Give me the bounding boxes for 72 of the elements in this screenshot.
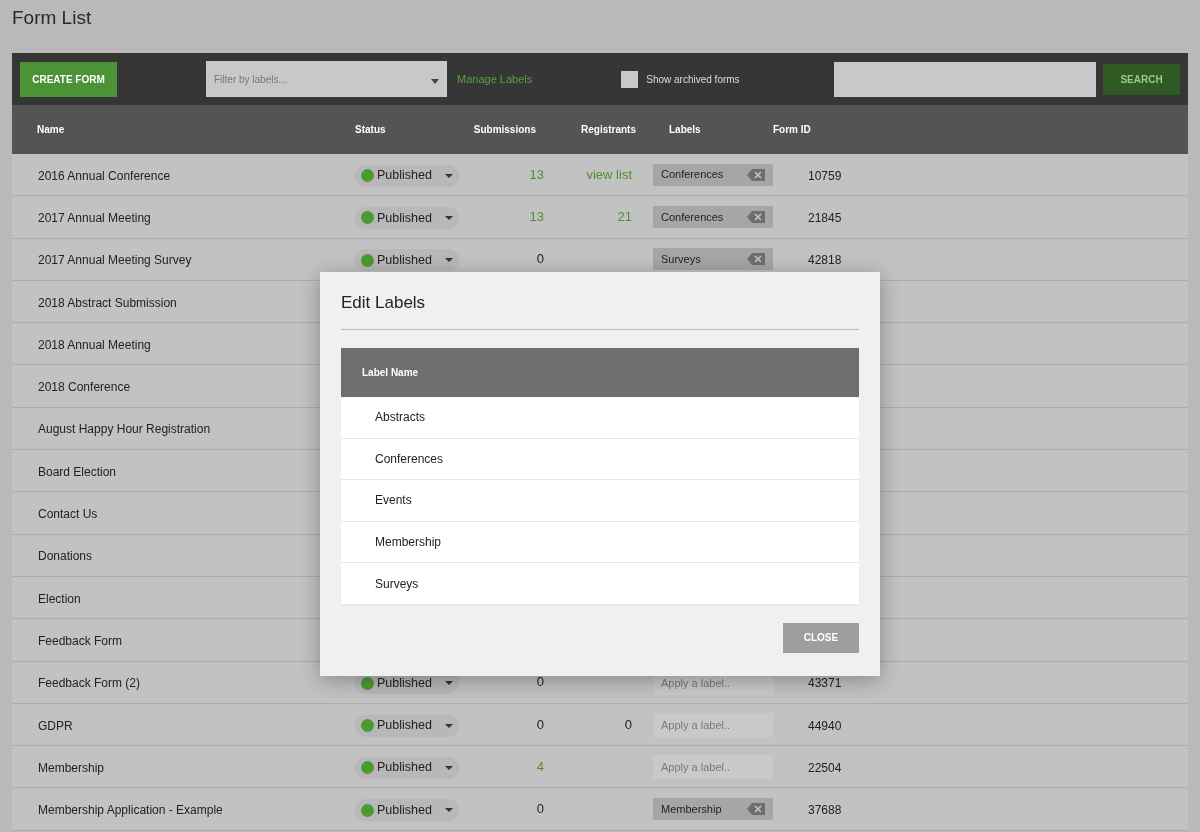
form-id: 10759 <box>808 168 842 183</box>
column-header: Submissions <box>473 124 536 135</box>
form-id: 42818 <box>808 253 842 268</box>
form-name[interactable]: Membership Application - Example <box>38 803 223 818</box>
manage-labels-link[interactable]: Manage Labels <box>457 70 533 88</box>
form-name[interactable]: 2017 Annual Meeting <box>38 210 151 225</box>
status-dropdown[interactable]: Published <box>355 756 459 779</box>
column-header: Form ID <box>773 124 811 135</box>
label-row[interactable]: Conferences <box>341 438 859 481</box>
form-id: 37688 <box>808 803 842 818</box>
label-row[interactable]: Membership <box>341 521 859 564</box>
form-id: 21845 <box>808 210 842 225</box>
count-text: 0 <box>624 715 632 734</box>
form-name[interactable]: Membership <box>38 760 105 775</box>
caret-icon <box>444 681 453 686</box>
label-row[interactable]: Abstracts <box>341 397 859 439</box>
caret-icon <box>431 78 439 84</box>
status-dropdown[interactable]: Published <box>355 799 459 822</box>
status-dropdown[interactable]: Published <box>355 714 459 737</box>
remove-icon[interactable] <box>747 210 765 223</box>
page-title: Form List <box>12 6 92 30</box>
caret-icon <box>444 765 453 770</box>
label-tag: Membership <box>653 798 773 821</box>
status-dropdown[interactable]: Published <box>355 249 459 272</box>
label-row[interactable]: Surveys <box>341 563 859 605</box>
status-dropdown[interactable]: Published <box>355 206 459 229</box>
form-name[interactable]: Feedback Form (2) <box>38 676 141 691</box>
count-text: 0 <box>536 250 544 269</box>
form-id: 22504 <box>808 760 842 775</box>
form-name[interactable]: 2018 Conference <box>38 380 131 395</box>
column-header: Name <box>37 124 65 135</box>
label-field[interactable]: Apply a label.. <box>653 713 773 737</box>
archived-label: Show archived forms <box>646 72 740 87</box>
form-name[interactable]: Donations <box>38 549 93 564</box>
form-name[interactable]: August Happy Hour Registration <box>38 422 211 437</box>
archived-checkbox[interactable] <box>621 70 639 88</box>
count-text: 0 <box>536 673 544 692</box>
form-id: 43371 <box>808 676 842 691</box>
form-name[interactable]: Contact Us <box>38 507 98 521</box>
caret-icon <box>444 215 453 220</box>
dialog-title: Edit Labels <box>341 291 426 314</box>
form-name[interactable]: GDPR <box>38 718 73 733</box>
count-text: 0 <box>536 800 544 819</box>
remove-icon[interactable] <box>747 253 765 266</box>
search-button[interactable]: SEARCH <box>1103 63 1180 95</box>
column-header: Labels <box>669 124 701 135</box>
count-text: 0 <box>536 715 544 734</box>
status-dropdown[interactable]: Published <box>355 164 459 187</box>
caret-icon <box>444 723 453 728</box>
label-field[interactable]: Apply a label.. <box>653 755 773 780</box>
form-name[interactable]: Board Election <box>38 464 117 479</box>
label-tag: Surveys <box>653 248 773 271</box>
labels-table-header: Label Name <box>341 348 859 397</box>
form-name[interactable]: Feedback Form <box>38 633 123 648</box>
form-id: 44940 <box>808 718 842 733</box>
remove-icon[interactable] <box>747 168 765 181</box>
caret-icon <box>444 173 453 178</box>
form-name[interactable]: Election <box>38 591 81 606</box>
column-header: Status <box>355 124 386 135</box>
column-header: Registrants <box>581 124 636 135</box>
form-name[interactable]: 2017 Annual Meeting Survey <box>38 253 192 268</box>
label-tag: Conferences <box>653 163 773 186</box>
form-name[interactable]: 2018 Abstract Submission <box>38 295 177 310</box>
caret-icon <box>444 808 453 813</box>
label-tag: Conferences <box>653 205 773 228</box>
caret-icon <box>444 258 453 263</box>
create-form-button[interactable]: CREATE FORM <box>20 61 117 97</box>
form-name[interactable]: 2018 Annual Meeting <box>38 337 151 352</box>
remove-icon[interactable] <box>747 803 765 816</box>
form-name[interactable]: 2016 Annual Conference <box>38 168 171 183</box>
search-field[interactable] <box>834 61 1096 97</box>
label-row[interactable]: Events <box>341 480 859 522</box>
